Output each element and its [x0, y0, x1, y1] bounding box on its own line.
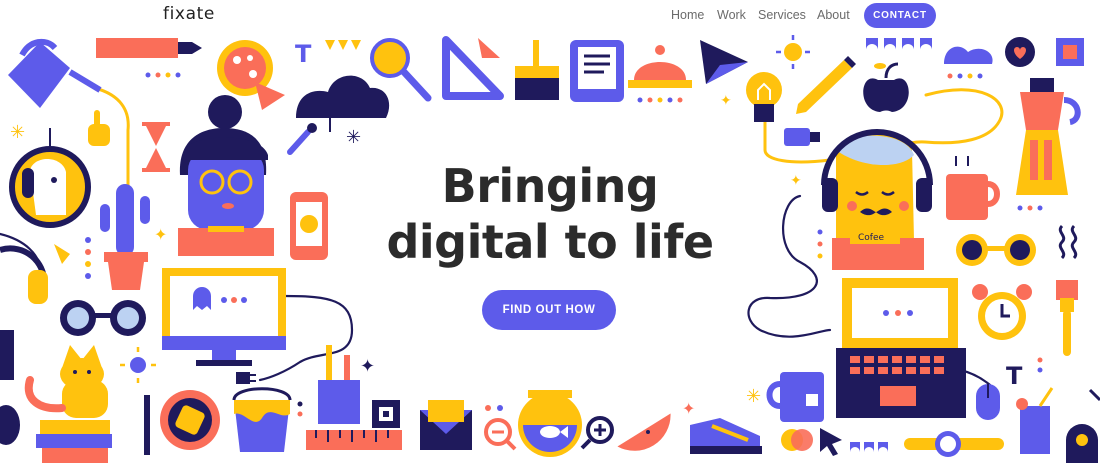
- cloud-icon: [944, 46, 993, 64]
- letter-t-icon: T: [295, 40, 312, 68]
- books-stack-icon: [36, 420, 112, 463]
- circles-overlap-icon: [781, 429, 813, 451]
- woman-character-icon: [178, 95, 274, 256]
- headphone-cable: [747, 194, 832, 338]
- fishbowl-icon: [518, 390, 582, 457]
- pencil-vertical-icon: [144, 395, 150, 455]
- lightbulb-icon: [746, 72, 782, 122]
- marker-icon: [96, 38, 202, 58]
- wristwatch-icon: [904, 431, 1004, 457]
- watermelon-icon: [617, 413, 671, 451]
- magnifier-minus-icon: [484, 418, 517, 451]
- nav-about-link[interactable]: About: [817, 8, 850, 22]
- set-square-icon: [442, 36, 504, 100]
- headphones-icon: [0, 245, 48, 304]
- lock-icon: [1066, 424, 1098, 463]
- magnifier-icon: [370, 38, 432, 102]
- cursor-arrow-icon: [820, 428, 842, 456]
- sun-icon: [776, 35, 810, 69]
- cloche-icon: [628, 45, 692, 88]
- magnifier-plus-icon: [580, 416, 614, 450]
- arches-deco-icon: [850, 442, 888, 452]
- sneaker-icon: [690, 418, 762, 454]
- hero-title: Bringing digital to life: [380, 158, 720, 270]
- hand-pointer-icon: [88, 110, 110, 146]
- letter-t-icon: T: [1006, 362, 1023, 390]
- cloud-icon: ✳: [296, 75, 390, 148]
- paint-bucket-icon: [232, 387, 292, 452]
- cat-icon: [24, 345, 108, 418]
- mug-icon: [946, 156, 1000, 220]
- apple-icon: [863, 62, 909, 112]
- paint-brush-icon: [1056, 280, 1078, 356]
- alarm-clock-icon: [972, 284, 1032, 340]
- contact-button[interactable]: CONTACT: [864, 3, 936, 28]
- ghost-icon: [193, 287, 211, 310]
- pen-cup-icon: [318, 345, 360, 424]
- envelope-icon: [420, 400, 472, 450]
- sun-icon: [120, 347, 156, 383]
- sparkle-icon: ✦: [720, 93, 732, 109]
- steam-icon: [1058, 224, 1078, 260]
- sparkle-icon: ✳: [10, 122, 25, 143]
- find-out-how-button[interactable]: FIND OUT HOW: [482, 290, 616, 330]
- cactus-icon: [100, 184, 150, 290]
- mouse-icon: [976, 384, 1000, 420]
- book-edge-icon: [0, 330, 14, 380]
- coaster-icon: [160, 390, 220, 450]
- sparkle-icon: ✦: [154, 225, 167, 244]
- laptop-icon: [836, 278, 966, 418]
- hourglass-icon: [142, 122, 170, 172]
- site-header: fixate Home Work Services About CONTACT: [0, 0, 1100, 32]
- pixel-block-icon: [372, 400, 400, 428]
- phone-icon: [290, 192, 328, 260]
- arches-deco-icon: [866, 38, 932, 50]
- svg-text:T: T: [295, 40, 312, 68]
- pencil-icon: [796, 56, 856, 114]
- sparkle-icon: ✳: [746, 386, 761, 407]
- paper-plane-icon: [700, 40, 748, 84]
- glasses-icon: [60, 300, 146, 336]
- arrow-deco-icon: [478, 38, 500, 58]
- shirt-text: Cofee: [858, 233, 884, 243]
- drink-icon: [1016, 387, 1054, 454]
- eyedropper-icon: [287, 123, 317, 155]
- pattern-square-icon: [1056, 38, 1084, 66]
- hero-title-line-1: Bringing: [441, 159, 659, 213]
- dots-deco-icon: [85, 237, 91, 279]
- usb-icon: [784, 128, 820, 146]
- paint-brush-icon: [515, 40, 559, 100]
- tea-mug-icon: [766, 372, 824, 422]
- site-logo[interactable]: fixate: [163, 4, 215, 24]
- page: T ✳ ✳ ✦ ✦ ✦ ✳ Cofee T ✦ ✦ fixate Home Wo…: [0, 0, 1100, 463]
- svg-text:✳: ✳: [346, 127, 361, 148]
- nav-work-link[interactable]: Work: [717, 8, 746, 22]
- mouse-icon: [0, 405, 20, 445]
- watering-can-icon: [8, 38, 102, 108]
- pencil-edge-icon: [1088, 388, 1100, 402]
- heart-bubble-icon: [1005, 37, 1035, 67]
- monitor-icon: [162, 268, 286, 366]
- sparkle-icon: ✦: [682, 399, 695, 418]
- triangles-deco-icon: [325, 40, 361, 50]
- dots-deco-icon: [485, 405, 503, 411]
- nav-home-link[interactable]: Home: [671, 8, 704, 22]
- round-glasses-icon: [956, 234, 1036, 266]
- sparkle-icon: ✦: [790, 173, 802, 189]
- cursor-arrow-icon: [54, 244, 70, 264]
- sparkle-icon: ✦: [360, 356, 375, 377]
- power-plug-icon: [236, 372, 256, 384]
- nav-services-link[interactable]: Services: [758, 8, 806, 22]
- man-character-icon: Cofee: [821, 129, 933, 270]
- hero-title-line-2: digital to life: [386, 215, 714, 269]
- tablet-icon: [570, 40, 624, 102]
- ruler-icon: [306, 430, 402, 450]
- coffee-pot-icon: [1016, 78, 1081, 195]
